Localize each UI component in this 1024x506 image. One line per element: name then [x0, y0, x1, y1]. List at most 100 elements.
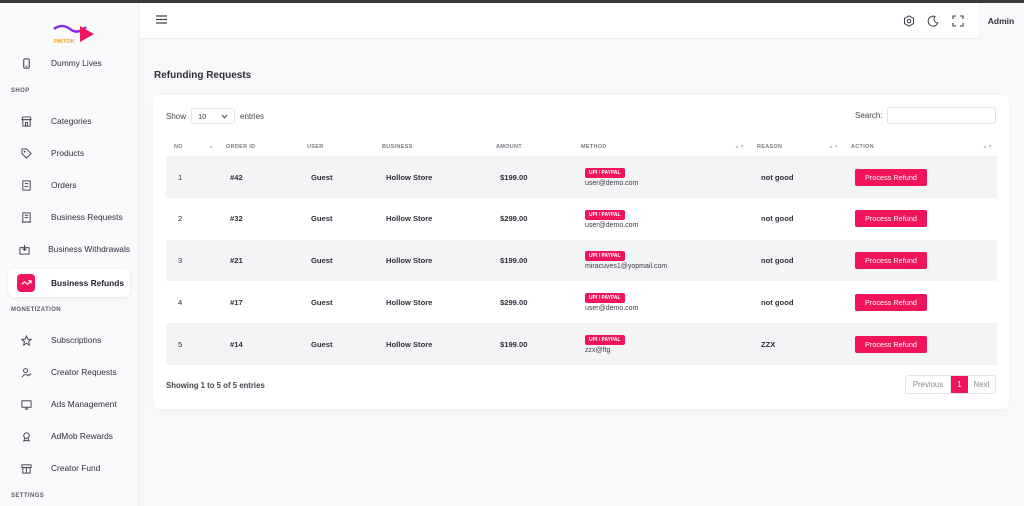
- sort-icon: ▲▼: [828, 144, 839, 150]
- cell-amount: $199.00: [488, 323, 573, 365]
- gear-icon[interactable]: [903, 15, 915, 27]
- cell-business: Hollow Store: [374, 156, 488, 198]
- cell-reason: ZZX: [749, 323, 843, 365]
- column-header-no[interactable]: NO ▲: [166, 139, 218, 157]
- sort-icon: ▲: [208, 144, 214, 150]
- cell-method: UPI / PAYPAL user@demo.com: [573, 198, 749, 240]
- sidebar-item-dummy-lives[interactable]: Dummy Lives: [8, 49, 130, 77]
- method-badge: UPI / PAYPAL: [585, 293, 625, 304]
- process-refund-button[interactable]: Process Refund: [855, 251, 927, 269]
- reward-icon: [17, 427, 35, 445]
- entries-label: entries: [240, 111, 265, 121]
- page-title: Refunding Requests: [154, 70, 252, 81]
- cell-order-id: #14: [218, 323, 299, 365]
- fund-icon: [17, 459, 35, 477]
- menu-icon[interactable]: [156, 15, 167, 24]
- cell-business: Hollow Store: [386, 214, 433, 224]
- sidebar-item-business-requests[interactable]: Business Requests: [8, 203, 130, 231]
- table-row: 3 #21 Guest Hollow Store $199.00 UPI / P…: [166, 239, 997, 282]
- cell-action: Process Refund: [843, 323, 997, 365]
- entries-select-value: 10: [198, 111, 207, 121]
- table-row: 2 #32 Guest Hollow Store $299.00 UPI / P…: [166, 198, 997, 240]
- table-header-row: NO ▲ ORDER ID USER BUSINESS AMOUNT METHOD…: [166, 139, 997, 157]
- sidebar-item-categories[interactable]: Categories: [8, 107, 130, 135]
- previous-page-button[interactable]: Previous: [906, 376, 951, 393]
- search-label: Search:: [855, 111, 883, 120]
- sidebar-item-business-refunds[interactable]: Business Refunds: [8, 269, 130, 297]
- cell-method: UPI / PAYPAL user@demo.com: [573, 156, 749, 198]
- refunds-card: Show 10 entries Search: NO ▲ ORDER ID USE…: [153, 95, 1009, 409]
- sidebar-item-label: Orders: [51, 180, 77, 190]
- cell-business: Hollow Store: [374, 323, 488, 365]
- sidebar-item-creator-fund[interactable]: Creator Fund: [8, 454, 130, 482]
- phone-icon: [17, 54, 35, 72]
- method-email: user@demo.com: [585, 305, 639, 313]
- sidebar-item-ads-management[interactable]: Ads Management: [8, 390, 130, 418]
- moon-icon[interactable]: [927, 15, 939, 27]
- sidebar-item-subscriptions[interactable]: Subscriptions: [8, 326, 130, 354]
- sidebar-item-business-withdrawals[interactable]: Business Withdrawals: [8, 235, 130, 263]
- sidebar-item-creator-requests[interactable]: Creator Requests: [8, 358, 130, 386]
- top-header: Admin: [140, 3, 1024, 39]
- section-label-shop: SHOP: [11, 88, 30, 94]
- tag-icon: [17, 144, 35, 162]
- next-page-button[interactable]: Next: [968, 376, 995, 393]
- cell-no: 4: [178, 297, 183, 307]
- pagination: Previous 1 Next: [905, 375, 996, 394]
- sidebar-item-label: Ads Management: [51, 399, 117, 409]
- table-row: 4 #17 Guest Hollow Store $299.00 UPI / P…: [166, 281, 997, 323]
- sidebar-item-label: Products: [51, 148, 85, 158]
- method-email: miracuves1@yopmail.com: [585, 263, 668, 271]
- cell-business: Hollow Store: [386, 297, 433, 307]
- search-input[interactable]: [886, 107, 996, 124]
- search-control: Search:: [855, 107, 996, 124]
- entries-select[interactable]: 10: [191, 108, 236, 124]
- method-email: user@demo.com: [585, 180, 639, 188]
- cell-business: Hollow Store: [374, 239, 488, 282]
- method-email: zzx@ftg: [585, 347, 611, 355]
- cell-user: Guest: [311, 297, 333, 307]
- receipt-icon: [17, 176, 35, 194]
- column-header-user[interactable]: USER: [299, 139, 374, 157]
- cell-user: Guest: [299, 156, 374, 198]
- cell-order-id: #42: [218, 156, 299, 198]
- column-header-order-id[interactable]: ORDER ID: [218, 139, 299, 157]
- sidebar-item-products[interactable]: Products: [8, 139, 130, 167]
- table-row: 5 #14 Guest Hollow Store $199.00 UPI / P…: [166, 323, 997, 365]
- cell-method: UPI / PAYPAL zzx@ftg: [573, 323, 749, 365]
- process-refund-button[interactable]: Process Refund: [855, 293, 927, 311]
- process-refund-button[interactable]: Process Refund: [855, 210, 927, 228]
- sidebar-item-admob-rewards[interactable]: AdMob Rewards: [8, 422, 130, 450]
- column-header-reason[interactable]: REASON ▲▼: [749, 139, 843, 157]
- cell-no: 2: [178, 214, 183, 224]
- refund-icon: [17, 274, 35, 292]
- sidebar-item-orders[interactable]: Orders: [8, 171, 130, 199]
- cell-order-id: #21: [218, 239, 299, 282]
- sidebar: PIKTOK Dummy Lives SHOP Categories Produ…: [0, 3, 139, 506]
- sidebar-item-label: AdMob Rewards: [51, 431, 113, 441]
- process-refund-button[interactable]: Process Refund: [855, 168, 927, 186]
- cell-action: Process Refund: [843, 281, 997, 323]
- store-icon: [17, 112, 35, 130]
- refunds-table: NO ▲ ORDER ID USER BUSINESS AMOUNT METHOD…: [166, 139, 997, 365]
- cell-amount: $299.00: [500, 297, 528, 307]
- process-refund-button[interactable]: Process Refund: [855, 335, 927, 353]
- page-1-button[interactable]: 1: [951, 376, 968, 393]
- column-header-action[interactable]: ACTION ▲▼: [843, 139, 997, 157]
- sidebar-item-label: Subscriptions: [51, 335, 102, 345]
- monitor-icon: [17, 395, 35, 413]
- sidebar-item-label: Creator Fund: [51, 463, 101, 473]
- brand-logo-icon[interactable]: PIKTOK: [50, 21, 96, 47]
- cell-action: Process Refund: [843, 239, 997, 282]
- cell-user: Guest: [299, 323, 374, 365]
- sidebar-item-label: Business Requests: [51, 212, 123, 222]
- column-header-amount[interactable]: AMOUNT: [488, 139, 573, 157]
- column-header-method[interactable]: METHOD ▲▼: [573, 139, 749, 157]
- cell-action: Process Refund: [843, 156, 997, 198]
- admin-user-menu[interactable]: Admin: [978, 3, 1024, 39]
- cell-amount: $299.00: [500, 214, 528, 224]
- fullscreen-icon[interactable]: [952, 15, 964, 27]
- column-header-business[interactable]: BUSINESS: [374, 139, 488, 157]
- cell-method: UPI / PAYPAL miracuves1@yopmail.com: [573, 239, 749, 282]
- table-info: Showing 1 to 5 of 5 entries: [166, 381, 265, 390]
